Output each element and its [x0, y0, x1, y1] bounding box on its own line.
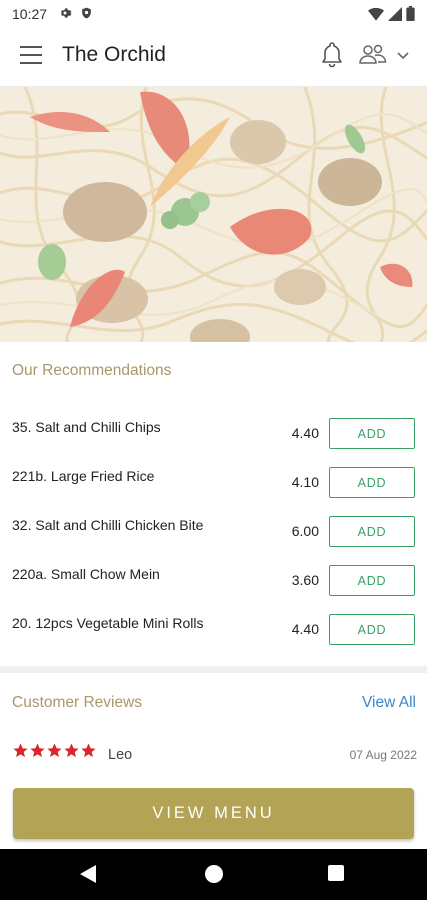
- recommendation-item: 20. 12pcs Vegetable Mini Rolls 4.40 ADD: [0, 604, 427, 653]
- star-icon: [81, 743, 96, 758]
- signal-icon: [388, 6, 402, 21]
- notification-bell-icon[interactable]: [319, 40, 345, 68]
- item-name: 221b. Large Fried Rice: [12, 468, 155, 484]
- battery-icon: [406, 6, 415, 21]
- app-bar: The Orchid: [0, 28, 427, 87]
- item-price: 3.60: [291, 572, 319, 588]
- star-icon: [13, 743, 28, 758]
- review-date: 07 Aug 2022: [349, 748, 417, 762]
- item-name: 220a. Small Chow Mein: [12, 566, 160, 582]
- section-divider: [0, 666, 427, 673]
- star-icon: [47, 743, 62, 758]
- star-rating: [12, 742, 97, 759]
- recents-icon[interactable]: [328, 865, 344, 881]
- recommendation-item: 35. Salt and Chilli Chips 4.40 ADD: [0, 408, 427, 457]
- add-button[interactable]: ADD: [329, 614, 415, 645]
- reviewer-name: Leo: [108, 747, 133, 763]
- item-name: 35. Salt and Chilli Chips: [12, 419, 161, 435]
- item-price: 4.40: [291, 621, 319, 637]
- add-button[interactable]: ADD: [329, 565, 415, 596]
- recommendation-item: 220a. Small Chow Mein 3.60 ADD: [0, 555, 427, 604]
- shield-icon: [82, 7, 91, 19]
- account-switcher[interactable]: [358, 43, 410, 67]
- add-button[interactable]: ADD: [329, 516, 415, 547]
- item-price: 6.00: [291, 523, 319, 539]
- reviews-heading: Customer Reviews: [12, 694, 143, 711]
- star-icon: [64, 743, 79, 758]
- status-time: 10:27: [12, 6, 48, 22]
- back-icon[interactable]: [80, 865, 96, 883]
- chevron-down-icon: [397, 52, 409, 60]
- system-navigation-bar: [0, 849, 427, 900]
- add-button[interactable]: ADD: [329, 418, 415, 449]
- status-bar: 10:27: [0, 0, 427, 28]
- view-all-reviews-link[interactable]: View All: [362, 694, 416, 712]
- restaurant-title: The Orchid: [62, 43, 166, 66]
- settings-gear-icon: [60, 8, 72, 18]
- item-name: 20. 12pcs Vegetable Mini Rolls: [12, 615, 204, 631]
- recommendations-heading: Our Recommendations: [12, 362, 172, 379]
- add-button[interactable]: ADD: [329, 467, 415, 498]
- hero-food-image: [0, 87, 427, 342]
- review-item: Leo 07 Aug 2022: [12, 742, 417, 766]
- home-icon[interactable]: [205, 865, 223, 883]
- star-icon: [30, 743, 45, 758]
- view-menu-button[interactable]: VIEW MENU: [13, 788, 414, 839]
- recommendation-item: 32. Salt and Chilli Chicken Bite 6.00 AD…: [0, 506, 427, 555]
- item-price: 4.40: [291, 425, 319, 441]
- users-icon: [359, 44, 387, 64]
- item-price: 4.10: [291, 474, 319, 490]
- item-name: 32. Salt and Chilli Chicken Bite: [12, 517, 204, 533]
- hamburger-menu-icon[interactable]: [20, 46, 42, 64]
- wifi-icon: [368, 7, 384, 21]
- recommendation-item: 221b. Large Fried Rice 4.10 ADD: [0, 457, 427, 506]
